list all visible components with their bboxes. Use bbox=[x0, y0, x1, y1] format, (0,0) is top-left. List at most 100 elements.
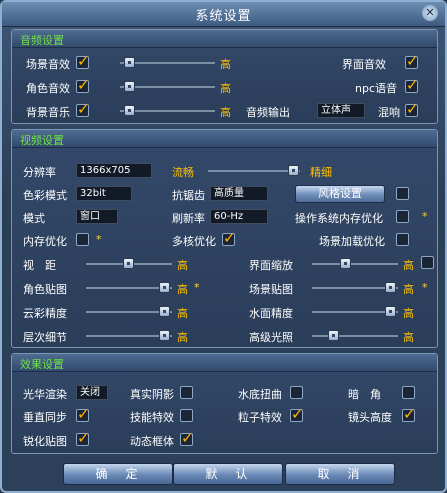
real-shadow-checkbox[interactable] bbox=[180, 386, 193, 399]
bgm-checkbox[interactable] bbox=[76, 100, 90, 118]
char-sound-checkbox[interactable] bbox=[76, 76, 90, 94]
video-section: 视频设置 分辨率 1366x705 流畅 精细 色彩模式 32bit 抗锯齿 高… bbox=[11, 129, 438, 348]
display-mode-label: 模式 bbox=[23, 212, 45, 225]
star-mark: * bbox=[96, 233, 102, 246]
color-mode-label: 色彩模式 bbox=[23, 189, 67, 202]
close-icon[interactable]: ✕ bbox=[422, 5, 438, 21]
os-memory-opt-label: 操作系统内存优化 bbox=[295, 212, 383, 225]
star-mark: * bbox=[422, 210, 428, 223]
skill-fx-checkbox[interactable] bbox=[180, 409, 193, 422]
layer-detail-label: 层次细节 bbox=[23, 331, 67, 344]
refresh-rate-select[interactable]: 60-Hz bbox=[210, 209, 268, 224]
ui-scale-slider-track[interactable] bbox=[312, 263, 398, 265]
antialias-select[interactable]: 高质量 bbox=[210, 186, 268, 201]
particle-fx-label: 粒子特效 bbox=[238, 411, 282, 424]
title-bar[interactable]: 系统设置 ✕ bbox=[2, 2, 445, 27]
video-section-title: 视频设置 bbox=[20, 134, 64, 147]
hdr-level: 高 bbox=[403, 331, 414, 344]
audio-output-label: 音频输出 bbox=[246, 106, 290, 119]
particle-fx-checkbox[interactable] bbox=[290, 405, 304, 423]
audio-section: 音频设置 场景音效 高 界面音效 角色音效 高 npc语音 背景音乐 高 音频输… bbox=[11, 29, 438, 124]
hdr-label: 高级光照 bbox=[249, 331, 293, 344]
water-quality-level: 高 bbox=[403, 307, 414, 320]
ui-sound-label: 界面音效 bbox=[342, 58, 386, 71]
antialias-label: 抗锯齿 bbox=[172, 189, 205, 202]
scene-sound-slider-handle[interactable] bbox=[124, 57, 135, 68]
sharpen-label: 锐化贴图 bbox=[23, 435, 67, 448]
char-texture-slider-handle[interactable] bbox=[159, 282, 170, 293]
vignette-checkbox[interactable] bbox=[402, 386, 415, 399]
view-distance-label: 视 距 bbox=[23, 259, 56, 272]
dynamic-frame-label: 动态框体 bbox=[130, 435, 174, 448]
water-quality-label: 水面精度 bbox=[249, 307, 293, 320]
npc-voice-label: npc语音 bbox=[355, 82, 398, 95]
style-settings-checkbox[interactable] bbox=[396, 187, 409, 200]
scene-sound-level: 高 bbox=[220, 58, 231, 71]
scene-texture-slider-handle[interactable] bbox=[385, 282, 396, 293]
water-distort-label: 水底扭曲 bbox=[238, 388, 282, 401]
default-button[interactable]: 默 认 bbox=[173, 463, 283, 485]
bgm-label: 背景音乐 bbox=[26, 106, 70, 119]
quality-slider-handle[interactable] bbox=[288, 165, 299, 176]
cloud-quality-level: 高 bbox=[177, 307, 188, 320]
ui-scale-slider-handle[interactable] bbox=[340, 258, 351, 269]
ok-button[interactable]: 确 定 bbox=[63, 463, 173, 485]
cancel-button[interactable]: 取 消 bbox=[285, 463, 395, 485]
char-sound-level: 高 bbox=[220, 82, 231, 95]
npc-voice-checkbox[interactable] bbox=[405, 76, 419, 94]
smooth-label: 流畅 bbox=[172, 166, 194, 179]
char-texture-level: 高 bbox=[177, 283, 188, 296]
refresh-rate-label: 刷新率 bbox=[172, 212, 205, 225]
scene-texture-level: 高 bbox=[403, 283, 414, 296]
effects-section-title: 效果设置 bbox=[20, 358, 64, 371]
bloom-label: 光华渲染 bbox=[23, 388, 67, 401]
quality-slider-track[interactable] bbox=[208, 170, 300, 172]
display-mode-select[interactable]: 窗口 bbox=[76, 209, 118, 224]
star-mark: * bbox=[422, 281, 428, 294]
bgm-slider-handle[interactable] bbox=[124, 105, 135, 116]
multicore-opt-checkbox[interactable] bbox=[222, 229, 236, 247]
view-distance-slider-handle[interactable] bbox=[123, 258, 134, 269]
sharpen-checkbox[interactable] bbox=[76, 429, 90, 447]
scene-load-opt-checkbox[interactable] bbox=[396, 233, 409, 246]
water-quality-slider-handle[interactable] bbox=[385, 306, 396, 317]
real-shadow-label: 真实阴影 bbox=[130, 388, 174, 401]
vsync-checkbox[interactable] bbox=[76, 405, 90, 423]
resolution-select[interactable]: 1366x705 bbox=[76, 163, 152, 178]
bloom-select[interactable]: 关闭 bbox=[76, 385, 108, 400]
char-sound-slider-handle[interactable] bbox=[124, 81, 135, 92]
effects-section: 效果设置 光华渲染 关闭 真实阴影 水底扭曲 暗 角 垂直同步 技能特效 粒子特… bbox=[11, 353, 438, 454]
vignette-label: 暗 角 bbox=[348, 388, 381, 401]
ui-scale-label: 界面缩放 bbox=[249, 259, 293, 272]
ui-sound-checkbox[interactable] bbox=[405, 52, 419, 70]
water-distort-checkbox[interactable] bbox=[290, 386, 303, 399]
vsync-label: 垂直同步 bbox=[23, 411, 67, 424]
char-sound-label: 角色音效 bbox=[26, 82, 70, 95]
camera-height-checkbox[interactable] bbox=[402, 405, 416, 423]
dynamic-frame-checkbox[interactable] bbox=[180, 429, 194, 447]
char-texture-label: 角色贴图 bbox=[23, 283, 67, 296]
fine-label: 精细 bbox=[310, 166, 332, 179]
cloud-quality-label: 云彩精度 bbox=[23, 307, 67, 320]
skill-fx-label: 技能特效 bbox=[130, 411, 174, 424]
scene-sound-checkbox[interactable] bbox=[76, 52, 90, 70]
hdr-slider-handle[interactable] bbox=[328, 330, 339, 341]
multicore-opt-label: 多核优化 bbox=[172, 235, 216, 248]
color-mode-select[interactable]: 32bit bbox=[76, 186, 132, 201]
layer-detail-level: 高 bbox=[177, 331, 188, 344]
view-distance-level: 高 bbox=[177, 259, 188, 272]
audio-output-select[interactable]: 立体声 bbox=[317, 103, 365, 118]
resolution-label: 分辨率 bbox=[23, 166, 56, 179]
scene-sound-label: 场景音效 bbox=[26, 58, 70, 71]
hdr-slider-track[interactable] bbox=[312, 335, 398, 337]
reverb-checkbox[interactable] bbox=[405, 100, 419, 118]
cloud-quality-slider-handle[interactable] bbox=[159, 306, 170, 317]
memory-opt-checkbox[interactable] bbox=[76, 233, 89, 246]
style-settings-button[interactable]: 风格设置 bbox=[295, 185, 385, 203]
scene-texture-label: 场景贴图 bbox=[249, 283, 293, 296]
os-memory-opt-checkbox[interactable] bbox=[396, 210, 409, 223]
ui-scale-checkbox[interactable] bbox=[421, 256, 434, 269]
window-title: 系统设置 bbox=[195, 9, 252, 24]
star-mark: * bbox=[194, 281, 200, 294]
layer-detail-slider-handle[interactable] bbox=[159, 330, 170, 341]
